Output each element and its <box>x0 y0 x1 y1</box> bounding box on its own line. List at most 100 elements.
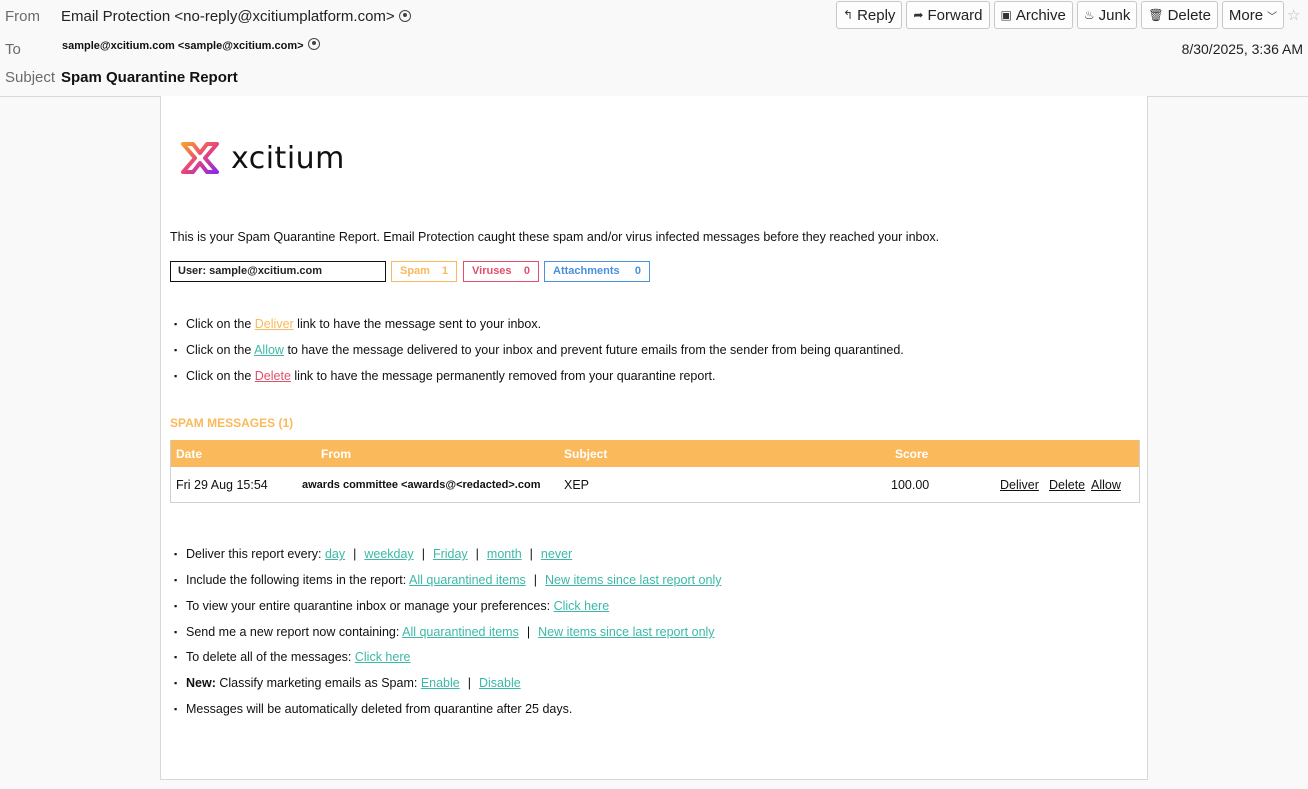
intro-text: This is your Spam Quarantine Report. Ema… <box>170 230 940 244</box>
separator: | <box>529 547 533 561</box>
user-box: User: sample@xcitium.com <box>170 261 386 282</box>
separator: | <box>475 547 479 561</box>
row-subject: XEP <box>564 478 590 492</box>
instruction-allow: Click on the Allow to have the message d… <box>174 343 904 357</box>
xcitium-logo-icon <box>181 142 219 174</box>
junk-label: Junk <box>1098 6 1131 24</box>
include-new-link[interactable]: New items since last report only <box>545 573 721 587</box>
view-label: To view your entire quarantine inbox or … <box>186 599 554 613</box>
option-send: Send me a new report now containing: All… <box>174 625 715 639</box>
star-icon[interactable]: ☆ <box>1287 6 1300 24</box>
enable-link[interactable]: Enable <box>421 676 460 690</box>
column-header-score: Score <box>895 447 929 461</box>
to-address[interactable]: sample@xcitium.com <sample@xcitium.com> <box>62 40 304 52</box>
include-all-link[interactable]: All quarantined items <box>409 573 526 587</box>
instruction-text: Click on the <box>186 343 255 357</box>
person-icon[interactable] <box>307 38 320 50</box>
viruses-count-value: 0 <box>523 265 530 277</box>
instruction-delete: Click on the Delete link to have the mes… <box>174 369 716 383</box>
archive-icon: ▣ <box>1000 8 1012 22</box>
column-header-subject: Subject <box>564 447 608 461</box>
to-value[interactable]: sample@xcitium.com <sample@xcitium.com> <box>62 38 320 52</box>
from-label: From <box>5 8 40 25</box>
reply-label: Reply <box>857 6 896 24</box>
frequency-weekday-link[interactable]: weekday <box>364 547 413 561</box>
reply-button[interactable]: ↰ Reply <box>836 1 903 29</box>
junk-icon: ♨ <box>1083 8 1095 22</box>
message-date: 8/30/2025, 3:36 AM <box>1181 41 1303 57</box>
classify-label: Classify marketing emails as Spam: <box>215 676 421 690</box>
person-icon[interactable] <box>398 10 411 22</box>
row-score: 100.00 <box>891 478 930 492</box>
column-header-date: Date <box>176 447 203 461</box>
option-delete-all: To delete all of the messages: Click her… <box>174 650 411 664</box>
separator: | <box>421 547 425 561</box>
more-label: More <box>1228 6 1264 24</box>
table-header: Date From Subject Score <box>171 440 1139 467</box>
viruses-count-box: Viruses 0 <box>463 261 539 282</box>
row-delete-link[interactable]: Delete <box>1049 478 1085 492</box>
message-toolbar: ↰ Reply ➦ Forward ▣ Archive ♨ Junk 🗑 Delete M… <box>836 1 1285 29</box>
reply-icon: ↰ <box>843 8 854 22</box>
spam-messages-title: SPAM MESSAGES (1) <box>170 416 294 430</box>
spam-count-label: Spam <box>400 265 430 277</box>
instruction-text: link to have the message sent to your in… <box>293 317 542 331</box>
trash-icon: 🗑 <box>1148 8 1164 22</box>
disable-link[interactable]: Disable <box>479 676 521 690</box>
logo-text: xcitium <box>231 140 345 176</box>
send-all-link[interactable]: All quarantined items <box>402 625 519 639</box>
xcitium-logo: xcitium <box>179 139 345 177</box>
row-date: Fri 29 Aug 15:54 <box>176 478 268 492</box>
more-button[interactable]: More ﹀ <box>1221 1 1285 29</box>
deliver-link[interactable]: Deliver <box>255 317 294 331</box>
delete-button[interactable]: 🗑 Delete <box>1141 1 1218 29</box>
auto-delete-text: Messages will be automatically deleted f… <box>186 702 573 716</box>
frequency-label: Deliver this report every: <box>186 547 325 561</box>
row-allow-link[interactable]: Allow <box>1091 478 1121 492</box>
row-deliver-link[interactable]: Deliver <box>1000 478 1039 492</box>
view-quarantine-link[interactable]: Click here <box>554 599 610 613</box>
from-address[interactable]: Email Protection <no-reply@xcitiumplatfo… <box>61 8 395 25</box>
to-label: To <box>5 41 21 58</box>
option-view: To view your entire quarantine inbox or … <box>174 599 610 613</box>
instruction-text: to have the message delivered to your in… <box>283 343 904 357</box>
archive-button[interactable]: ▣ Archive <box>993 1 1073 29</box>
column-header-from: From <box>321 447 351 461</box>
message-header: From Email Protection <no-reply@xcitiump… <box>0 0 1308 97</box>
forward-icon: ➦ <box>913 8 924 22</box>
archive-label: Archive <box>1015 6 1066 24</box>
send-new-link[interactable]: New items since last report only <box>538 625 714 639</box>
viruses-count-label: Viruses <box>472 265 512 277</box>
attachments-count-label: Attachments <box>553 265 620 277</box>
chevron-down-icon: ﹀ <box>1267 11 1278 23</box>
separator: | <box>467 676 471 690</box>
option-frequency: Deliver this report every: day | weekday | F… <box>174 547 572 561</box>
spam-messages-table: Date From Subject Score Fri 29 Aug 15:54… <box>170 440 1140 503</box>
option-auto-delete: Messages will be automatically deleted f… <box>174 702 573 716</box>
include-label: Include the following items in the repor… <box>186 573 410 587</box>
subject-value: Spam Quarantine Report <box>61 69 238 86</box>
attachments-count-box: Attachments 0 <box>544 261 650 282</box>
option-classify: New: Classify marketing emails as Spam: … <box>174 676 521 690</box>
instruction-text: link to have the message permanently rem… <box>290 369 716 383</box>
frequency-day-link[interactable]: day <box>325 547 345 561</box>
from-value[interactable]: Email Protection <no-reply@xcitiumplatfo… <box>61 8 411 25</box>
instruction-deliver: Click on the Deliver link to have the me… <box>174 317 542 331</box>
row-from: awards committee <awards@<redacted>.com <box>302 479 541 491</box>
junk-button[interactable]: ♨ Junk <box>1076 1 1138 29</box>
delete-all-link[interactable]: Click here <box>355 650 411 664</box>
spam-count-box: Spam 1 <box>391 261 457 282</box>
delete-all-label: To delete all of the messages: <box>186 650 355 664</box>
frequency-never-link[interactable]: never <box>541 547 572 561</box>
email-body: xcitium This is your Spam Quarantine Rep… <box>160 96 1148 780</box>
delete-label: Delete <box>1167 6 1211 24</box>
attachments-count-value: 0 <box>634 265 641 277</box>
option-include: Include the following items in the repor… <box>174 573 721 587</box>
frequency-month-link[interactable]: month <box>487 547 522 561</box>
new-label: New: <box>186 676 216 690</box>
forward-button[interactable]: ➦ Forward <box>906 1 990 29</box>
frequency-friday-link[interactable]: Friday <box>433 547 468 561</box>
instruction-text: Click on the <box>186 317 255 331</box>
allow-link[interactable]: Allow <box>254 343 284 357</box>
delete-link[interactable]: Delete <box>255 369 291 383</box>
